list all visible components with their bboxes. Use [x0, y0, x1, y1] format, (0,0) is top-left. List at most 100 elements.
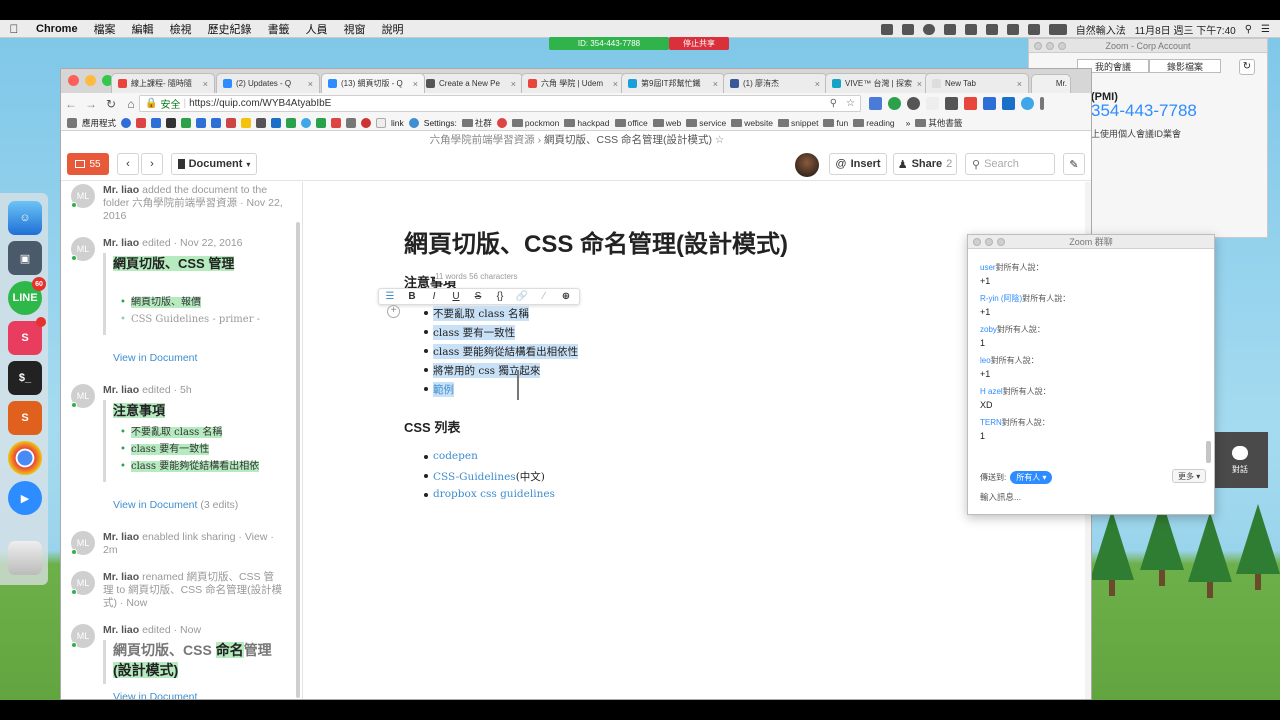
compose-button[interactable]: ✎: [1063, 153, 1085, 175]
bookmark-folder[interactable]: website: [731, 118, 773, 128]
battery-icon[interactable]: [1048, 23, 1067, 35]
browser-tab[interactable]: 六角 學院 | Udem ×: [521, 73, 625, 93]
activity-actor[interactable]: Mr. liao: [103, 531, 139, 543]
list-style-icon[interactable]: ☰: [379, 291, 401, 302]
browser-tab[interactable]: 第9屆IT邦幫忙鐵 ×: [621, 73, 725, 93]
zoom-stop-share-button[interactable]: 停止共享: [669, 37, 729, 50]
browser-tab[interactable]: (2) Updates - Q ×: [216, 73, 320, 93]
extension-icon[interactable]: [907, 97, 920, 110]
list-item[interactable]: class 要有一致性: [423, 325, 516, 340]
apple-icon[interactable]: : [0, 22, 28, 36]
menu-item-window[interactable]: 視窗: [336, 21, 374, 37]
spotlight-icon[interactable]: ⚲: [1245, 24, 1252, 35]
bookmark-settings[interactable]: Settings:: [424, 118, 457, 128]
close-tab-icon[interactable]: ×: [613, 79, 618, 89]
other-bookmarks[interactable]: 其他書籤: [915, 117, 962, 129]
list-item-link[interactable]: codepen: [424, 450, 478, 462]
finder-icon[interactable]: ☺: [8, 201, 42, 235]
zoom-meeting-id-bar[interactable]: ID: 354-443-7788: [549, 37, 669, 50]
bookmark-icon[interactable]: [121, 117, 132, 128]
extension-icon[interactable]: [1021, 97, 1034, 110]
bookmark-icon[interactable]: [496, 117, 507, 128]
bookmark-folder[interactable]: fun: [823, 118, 848, 128]
terminal-icon[interactable]: $_: [8, 361, 42, 395]
inbox-button[interactable]: 55: [67, 153, 109, 175]
bookmark-icon[interactable]: [196, 117, 207, 128]
menu-item-help[interactable]: 說明: [374, 21, 412, 37]
activity-actor[interactable]: Mr. liao: [103, 571, 139, 583]
close-tab-icon[interactable]: ×: [1017, 79, 1022, 89]
extension-icon[interactable]: [869, 97, 882, 110]
bookmark-icon[interactable]: [241, 117, 252, 128]
trash-icon[interactable]: [8, 541, 42, 575]
list-item-link[interactable]: dropbox css guidelines: [424, 488, 555, 500]
close-tab-icon[interactable]: ×: [815, 79, 820, 89]
extension-icon[interactable]: [945, 97, 958, 110]
view-in-document-link[interactable]: View in Document (3 edits): [113, 499, 238, 511]
view-in-document-link[interactable]: View in Document: [113, 352, 197, 364]
menu-item-history[interactable]: 歷史紀錄: [200, 21, 260, 37]
bookmarks-overflow-icon[interactable]: »: [906, 118, 911, 128]
chat-message-input[interactable]: 輸入訊息...: [980, 491, 1021, 503]
add-block-icon[interactable]: +: [387, 305, 400, 318]
close-window-button[interactable]: [973, 238, 981, 246]
close-tab-icon[interactable]: ×: [413, 79, 418, 89]
volume-icon[interactable]: [1027, 23, 1040, 35]
bookmark-icon[interactable]: [361, 117, 372, 128]
avatar[interactable]: [795, 153, 819, 177]
close-tab-icon[interactable]: ×: [713, 79, 718, 89]
activity-actor[interactable]: Mr. liao: [103, 237, 139, 249]
comment-button[interactable]: ⊕: [555, 291, 577, 302]
bookmark-folder[interactable]: office: [615, 118, 648, 128]
list-item[interactable]: 不要亂取 class 名稱: [424, 306, 529, 321]
highlight-button[interactable]: ⁄: [533, 291, 555, 302]
bookmark-folder[interactable]: hackpad: [564, 118, 609, 128]
status-app-icon[interactable]: [901, 23, 914, 35]
sidebar-scrollbar[interactable]: [296, 222, 300, 698]
minimize-window-button[interactable]: [1046, 42, 1054, 50]
notification-center-icon[interactable]: ☰: [1261, 24, 1270, 35]
search-input[interactable]: ⚲ Search: [965, 153, 1055, 175]
bookmark-folder[interactable]: web: [653, 118, 682, 128]
link-button[interactable]: 🔗: [511, 291, 533, 302]
bookmark-icon[interactable]: [316, 117, 327, 128]
close-tab-icon[interactable]: ×: [917, 79, 922, 89]
browser-tab[interactable]: 線上課程- 隨時隨 ×: [111, 73, 215, 93]
document-menu-button[interactable]: Document ▾: [171, 153, 257, 175]
activity-snippet[interactable]: 網頁切版、CSS 管理 網頁切版、報價 CSS Guidelines - pri…: [103, 253, 281, 335]
bookmark-icon[interactable]: [301, 117, 312, 128]
profile-button[interactable]: Mr.: [1031, 74, 1071, 93]
close-tab-icon[interactable]: ×: [203, 79, 208, 89]
document-title[interactable]: 網頁切版、CSS 命名管理(設計模式): [404, 224, 788, 259]
code-button[interactable]: {}: [489, 291, 511, 302]
browser-tab[interactable]: New Tab ×: [925, 73, 1029, 93]
tab-recordings[interactable]: 錄影檔案: [1149, 59, 1221, 73]
bookmark-folder[interactable]: snippet: [778, 118, 818, 128]
list-item[interactable]: 將常用的 css 獨立起來: [423, 363, 541, 378]
recipient-dropdown[interactable]: 所有人 ▾: [1010, 471, 1053, 484]
bookmark-icon[interactable]: [256, 117, 267, 128]
menu-item-view[interactable]: 檢視: [162, 21, 200, 37]
bookmark-icon[interactable]: [226, 117, 237, 128]
wifi-icon[interactable]: [1006, 23, 1019, 35]
activity-actor[interactable]: Mr. liao: [103, 184, 139, 196]
browser-tab[interactable]: VIVE™ 台灣 | 探索 ×: [825, 73, 929, 93]
section-heading[interactable]: CSS 列表: [404, 417, 460, 436]
chat-sender-name[interactable]: TERN: [980, 418, 1002, 427]
more-button[interactable]: 更多 ▾: [1172, 469, 1207, 483]
browser-tab[interactable]: (1) 廖洧杰 ×: [723, 73, 827, 93]
zoom-icon[interactable]: ▶: [8, 481, 42, 515]
zoom-magnifier-icon[interactable]: ⚲: [830, 98, 837, 109]
bookmark-link[interactable]: link: [391, 118, 404, 128]
browser-tab[interactable]: (13) 網頁切版 - Q ×: [321, 73, 425, 93]
menu-item-people[interactable]: 人員: [298, 21, 336, 37]
forward-button[interactable]: ›: [141, 153, 163, 175]
minimize-window-button[interactable]: [85, 75, 96, 86]
back-arrow-icon[interactable]: ←: [61, 97, 81, 111]
chat-sender-name[interactable]: user: [980, 263, 996, 272]
insert-button[interactable]: @ Insert: [829, 153, 887, 175]
activity-actor[interactable]: Mr. liao: [103, 624, 139, 636]
list-item[interactable]: class 要能夠從結構看出相依性: [423, 344, 579, 359]
close-window-button[interactable]: [68, 75, 79, 86]
extension-icon[interactable]: [926, 97, 939, 110]
